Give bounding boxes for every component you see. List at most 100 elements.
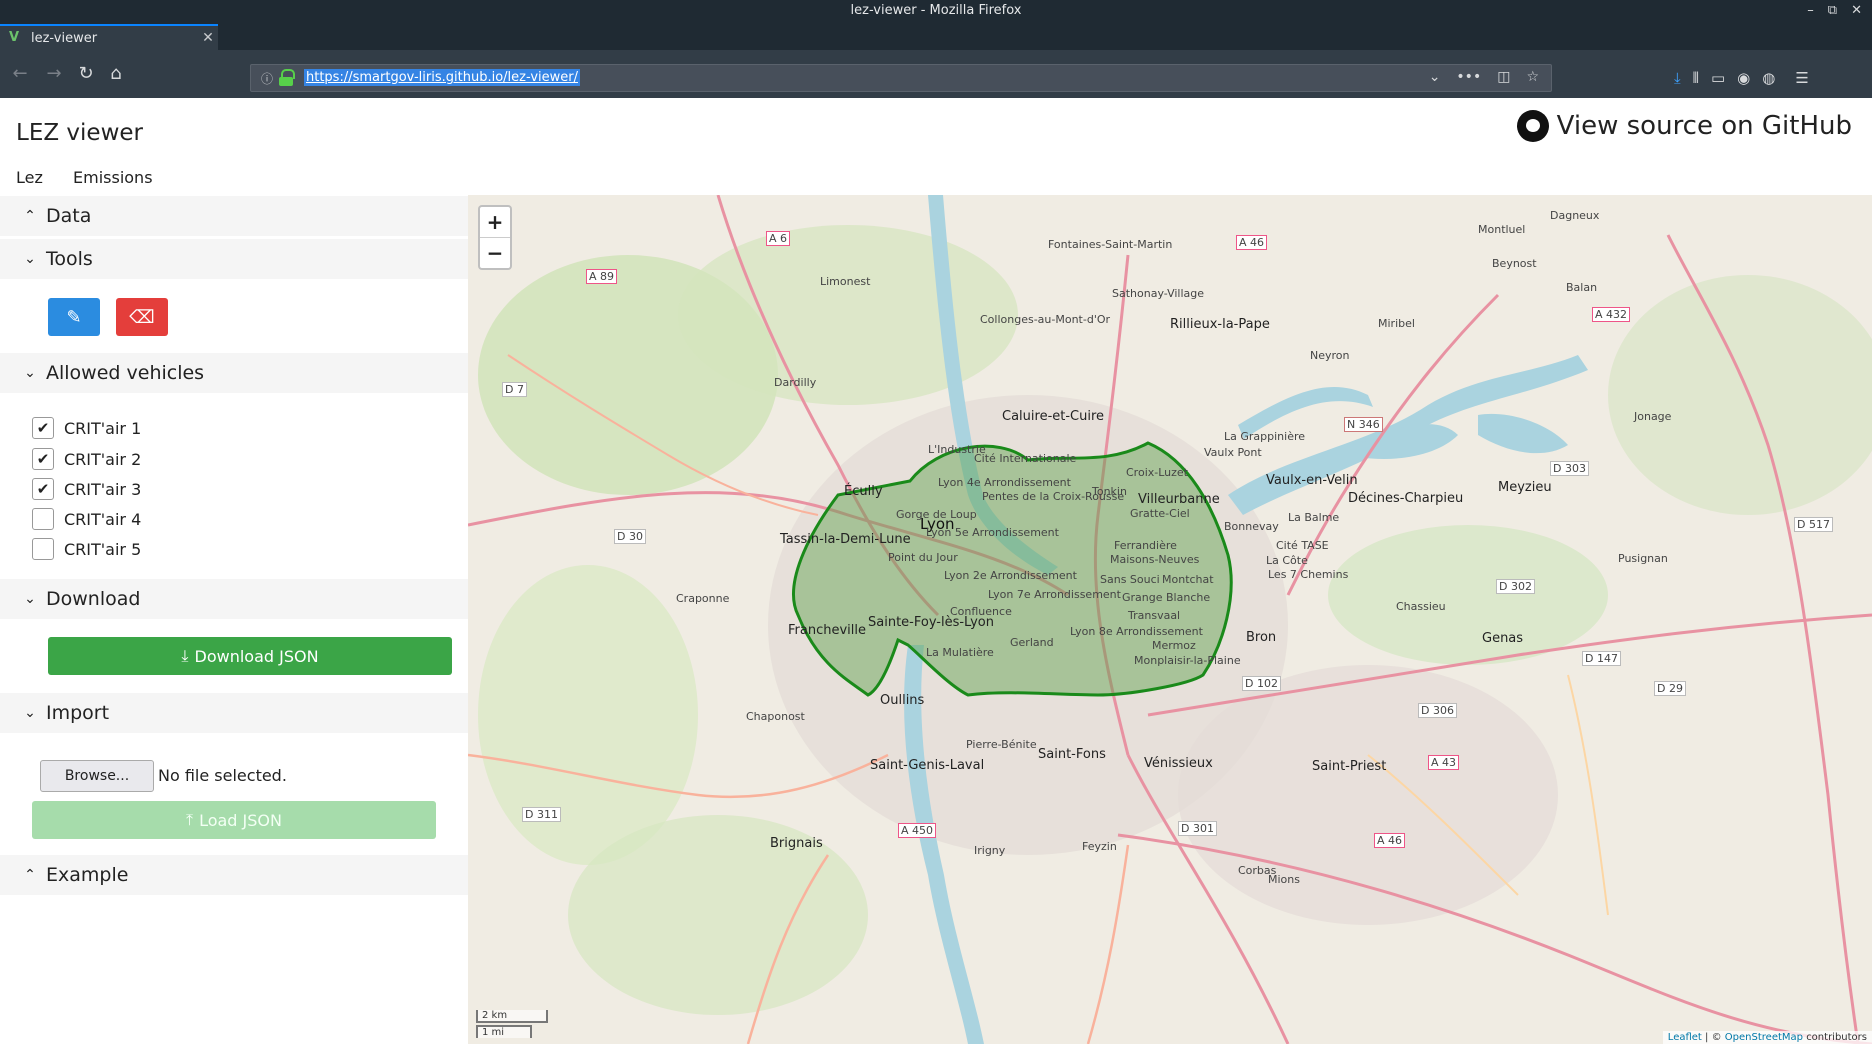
map-label: Bonnevay: [1224, 520, 1279, 533]
browse-button[interactable]: Browse...: [40, 760, 154, 792]
chevron-down-icon: ⌄: [24, 365, 36, 381]
forward-icon[interactable]: →: [42, 62, 66, 86]
map-attribution: Leaflet | © OpenStreetMap contributors: [1662, 1031, 1872, 1044]
section-import-label: Import: [46, 702, 110, 724]
section-tools-label: Tools: [46, 248, 93, 270]
window-title: lez-viewer - Mozilla Firefox: [850, 3, 1022, 18]
browser-tab[interactable]: V lez-viewer ✕: [0, 24, 218, 50]
critair-3-checkbox[interactable]: ✔: [32, 478, 54, 500]
road-label: A 46: [1374, 833, 1406, 848]
address-bar[interactable]: ⓘ https://smartgov-liris.github.io/lez-v…: [250, 64, 1552, 92]
vehicle-critair-1[interactable]: ✔ CRIT'air 1: [32, 416, 141, 440]
section-data[interactable]: ⌃ Data: [0, 196, 468, 236]
map-label: Grange Blanche: [1122, 591, 1211, 604]
zoom-in-button[interactable]: +: [480, 207, 510, 238]
critair-2-checkbox[interactable]: ✔: [32, 448, 54, 470]
erase-tool-button[interactable]: ⌫: [116, 298, 168, 336]
url-actions: ⌄ ••• ◫ ☆: [1429, 69, 1539, 85]
back-icon[interactable]: ←: [8, 62, 32, 86]
section-download-label: Download: [46, 588, 141, 610]
critair-4-checkbox[interactable]: [32, 508, 54, 530]
map-label: Lyon 7e Arrondissement: [988, 588, 1121, 601]
extension-icon[interactable]: ◉: [1737, 69, 1750, 87]
map-label: Chassieu: [1396, 600, 1446, 613]
tab-favicon-icon: V: [9, 30, 20, 45]
road-label: A 6: [766, 231, 791, 246]
map-label: La Côte: [1266, 554, 1308, 567]
map-label: Saint-Genis-Laval: [870, 758, 985, 773]
map[interactable]: + − Lyon Villeurbanne Caluire-et-Cuire R…: [468, 195, 1872, 1044]
menu-lez[interactable]: Lez: [16, 168, 43, 187]
map-label: Lyon 4e Arrondissement: [938, 476, 1071, 489]
download-icon[interactable]: ⤓: [1674, 69, 1681, 87]
chevron-up-icon: ⌃: [24, 867, 36, 883]
tab-close-icon[interactable]: ✕: [198, 30, 218, 46]
vehicle-critair-2[interactable]: ✔ CRIT'air 2: [32, 447, 141, 471]
info-icon[interactable]: ⓘ: [261, 70, 273, 87]
critair-2-label: CRIT'air 2: [64, 449, 142, 469]
critair-5-checkbox[interactable]: [32, 538, 54, 560]
load-json-button[interactable]: ⤒ Load JSON: [32, 801, 436, 839]
map-label: Chaponost: [746, 710, 805, 723]
draw-tool-button[interactable]: ✎: [48, 298, 100, 336]
account-icon[interactable]: ◍: [1762, 69, 1775, 87]
url-text[interactable]: https://smartgov-liris.github.io/lez-vie…: [304, 69, 580, 86]
road-label: N 346: [1344, 417, 1383, 432]
osm-link[interactable]: OpenStreetMap: [1725, 1032, 1803, 1043]
section-import[interactable]: ⌄ Import: [0, 693, 468, 733]
page-actions-icon[interactable]: •••: [1456, 69, 1481, 85]
road-label: A 89: [586, 269, 618, 284]
toolbar-right: ⤓ ⫴ ▭ ◉ ◍ ☰: [1674, 69, 1809, 87]
map-label: Irigny: [974, 844, 1006, 857]
road-label: D 147: [1582, 651, 1621, 666]
dropdown-icon[interactable]: ⌄: [1429, 69, 1441, 85]
library-icon[interactable]: ⫴: [1693, 69, 1699, 87]
road-label: D 311: [522, 807, 561, 822]
minimize-icon[interactable]: –: [1807, 0, 1814, 22]
github-link[interactable]: View source on GitHub: [1516, 110, 1852, 142]
section-tools[interactable]: ⌄ Tools: [0, 239, 468, 279]
vehicle-critair-3[interactable]: ✔ CRIT'air 3: [32, 477, 141, 501]
road-label: D 302: [1496, 579, 1535, 594]
map-label: Beynost: [1492, 257, 1537, 270]
zoom-out-button[interactable]: −: [480, 238, 510, 268]
close-window-icon[interactable]: ✕: [1851, 0, 1862, 22]
section-example[interactable]: ⌃ Example: [0, 855, 468, 895]
reload-icon[interactable]: ↻: [74, 62, 98, 86]
map-label: Saint-Priest: [1312, 759, 1387, 774]
pocket-icon[interactable]: ◫: [1497, 69, 1510, 85]
vehicle-critair-5[interactable]: CRIT'air 5: [32, 537, 141, 561]
map-label: Cité Internationale: [974, 452, 1077, 465]
github-icon: [1516, 110, 1549, 142]
download-json-label: Download JSON: [194, 646, 319, 666]
vehicle-critair-4[interactable]: CRIT'air 4: [32, 507, 141, 531]
leaflet-link[interactable]: Leaflet: [1668, 1032, 1702, 1043]
map-label: Lyon 2e Arrondissement: [944, 569, 1077, 582]
menu-icon[interactable]: ☰: [1795, 69, 1808, 87]
critair-1-checkbox[interactable]: ✔: [32, 417, 54, 439]
zoom-control: + −: [478, 205, 512, 270]
section-download[interactable]: ⌄ Download: [0, 579, 468, 619]
map-label: Rillieux-la-Pape: [1170, 317, 1270, 332]
home-icon[interactable]: ⌂: [104, 62, 128, 86]
maximize-icon[interactable]: ⧉: [1828, 0, 1837, 22]
map-label: Vaulx Pont: [1204, 446, 1262, 459]
bookmark-star-icon[interactable]: ☆: [1526, 69, 1539, 85]
road-label: D 301: [1178, 821, 1217, 836]
map-label: Bron: [1246, 630, 1277, 645]
map-label: La Balme: [1288, 511, 1340, 524]
chevron-down-icon: ⌄: [24, 591, 36, 607]
map-label: Corbas: [1238, 864, 1277, 877]
menu-emissions[interactable]: Emissions: [73, 168, 153, 187]
chevron-down-icon: ⌄: [24, 251, 36, 267]
sidebar-icon[interactable]: ▭: [1711, 69, 1725, 87]
map-label: Croix-Luzet: [1126, 466, 1188, 479]
download-json-button[interactable]: ⤓ Download JSON: [48, 637, 452, 675]
section-allowed-label: Allowed vehicles: [46, 362, 205, 384]
upload-arrow-icon: ⤒: [186, 810, 194, 829]
map-label: Pusignan: [1618, 552, 1668, 565]
section-allowed-vehicles[interactable]: ⌄ Allowed vehicles: [0, 353, 468, 393]
map-label: Transvaal: [1128, 609, 1181, 622]
map-label: Fontaines-Saint-Martin: [1048, 238, 1173, 251]
map-label: Cité TASE: [1276, 539, 1329, 552]
